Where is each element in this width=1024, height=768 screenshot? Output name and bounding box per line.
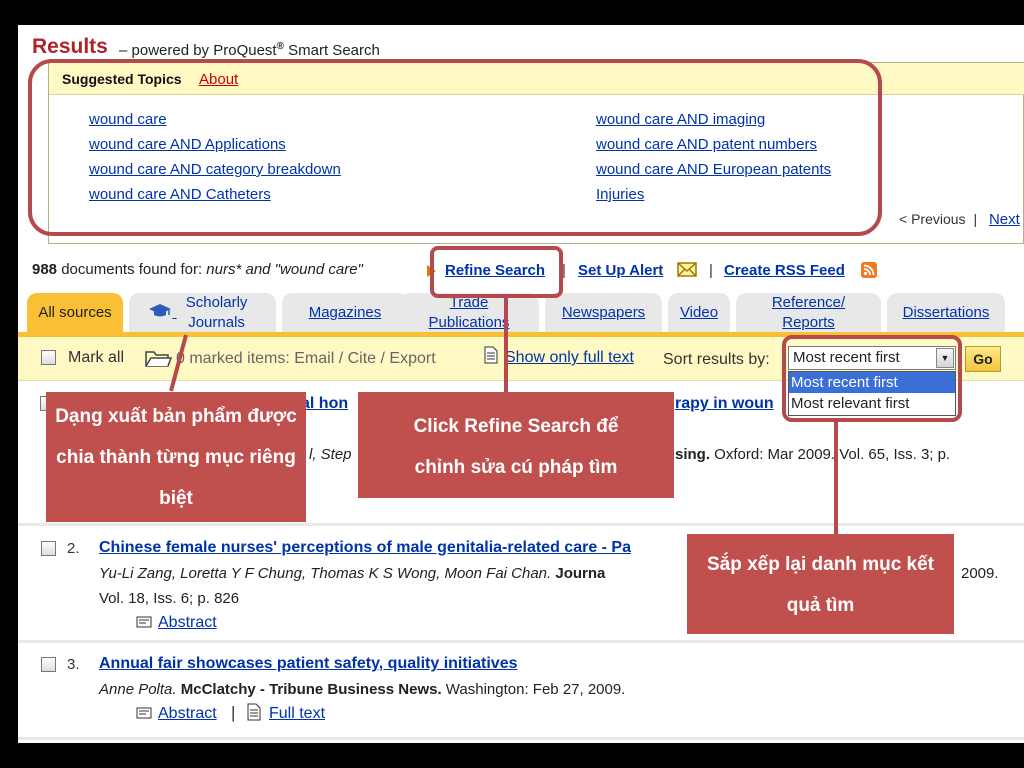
tab-reference-reports[interactable]: Reference/ Reports [736, 293, 881, 333]
documents-found-line: 988 documents found for: nurs* and "woun… [32, 261, 363, 278]
result-source-details: sing. Oxford: Mar 2009. Vol. 65, Iss. 3;… [675, 446, 951, 463]
next-link[interactable]: Next [989, 211, 1020, 228]
result-checkbox[interactable] [41, 541, 56, 556]
suggested-topics-title: Suggested Topics [62, 71, 182, 87]
tab-label: Reference/ Reports [771, 294, 846, 331]
sort-annotation: Sắp xếp lại danh mục kết quả tìm [687, 534, 954, 634]
abstract-icon [136, 706, 152, 723]
topic-link[interactable]: wound care [89, 111, 167, 128]
topic-link[interactable]: wound care AND imaging [596, 111, 765, 128]
result-year: 2009. [961, 565, 999, 582]
result-authors-source: Yu-Li Zang, Loretta Y F Chung, Thomas K … [99, 565, 606, 582]
result-title-fragment[interactable]: al hon [301, 395, 348, 413]
sort-option-most-recent[interactable]: Most recent first [789, 372, 955, 393]
topic-link[interactable]: wound care AND Applications [89, 136, 286, 153]
dropdown-arrow-icon[interactable]: ▼ [936, 348, 954, 368]
tab-trade-publications[interactable]: Trade Publications [399, 293, 539, 333]
result-volume: Vol. 18, Iss. 6; p. 826 [99, 590, 240, 607]
sort-option-most-relevant[interactable]: Most relevant first [789, 393, 955, 414]
sort-results-label: Sort results by: [663, 351, 770, 368]
full-text-link[interactable]: Full text [269, 705, 325, 723]
search-query: nurs* and "wound care" [206, 261, 363, 278]
go-button[interactable]: Go [965, 346, 1001, 372]
row-divider [18, 640, 1024, 643]
tab-magazines[interactable]: Magazines [282, 293, 408, 333]
powered-by-text: – powered by ProQuest® Smart Search [119, 41, 380, 59]
rss-icon[interactable] [861, 262, 877, 282]
topic-pagination: < Previous | Next [899, 211, 1020, 228]
row-divider [18, 737, 1024, 740]
results-heading: Results [32, 35, 108, 58]
sort-selected-value: Most recent first [793, 349, 900, 366]
refine-connector-line [504, 297, 508, 392]
mark-all-checkbox[interactable] [41, 350, 56, 365]
arrow-bullet-icon [427, 265, 436, 277]
result-title[interactable]: Annual fair showcases patient safety, qu… [99, 655, 518, 673]
separator: | [562, 262, 566, 279]
envelope-icon[interactable] [677, 262, 697, 281]
result-title-fragment[interactable]: rapy in woun [675, 395, 774, 413]
suggested-topics-panel: Suggested Topics About wound care wound … [48, 62, 1024, 244]
abstract-icon [136, 615, 152, 632]
tabs-annotation: Dạng xuất bản phẩm được chia thành từng … [46, 392, 306, 522]
abstract-link[interactable]: Abstract [158, 705, 217, 723]
result-number: 2. [67, 540, 80, 557]
topic-link[interactable]: wound care AND European patents [596, 161, 831, 178]
refine-search-link[interactable]: Refine Search [445, 262, 545, 279]
suggested-topics-header: Suggested Topics About [49, 63, 1024, 95]
tab-scholarly-journals[interactable]: Scholarly Journals [129, 293, 276, 333]
sort-select[interactable]: Most recent first ▼ [788, 346, 956, 370]
document-icon [484, 346, 498, 368]
marked-items-actions[interactable]: 0 marked items: Email / Cite / Export [176, 350, 436, 368]
previous-link[interactable]: < Previous [899, 211, 966, 227]
document-count: 988 [32, 261, 58, 278]
set-up-alert-link[interactable]: Set Up Alert [578, 262, 663, 279]
separator: | [709, 262, 713, 279]
graduation-cap-icon [148, 303, 172, 325]
topic-link[interactable]: wound care AND category breakdown [89, 161, 341, 178]
result-authors: l, Step [309, 446, 352, 463]
result-checkbox[interactable] [41, 657, 56, 672]
mark-all-label: Mark all [68, 349, 125, 366]
tab-all-sources[interactable]: All sources [27, 293, 123, 333]
topic-link[interactable]: wound care AND Catheters [89, 186, 271, 203]
tab-label: Scholarly Journals [185, 294, 248, 331]
create-rss-feed-link[interactable]: Create RSS Feed [724, 262, 845, 279]
about-link[interactable]: About [199, 71, 238, 88]
row-divider [18, 523, 1024, 526]
result-authors-source: Anne Polta. McClatchy - Tribune Business… [99, 681, 626, 698]
full-text-icon [247, 703, 261, 725]
sort-dropdown-list: Most recent first Most relevant first [788, 371, 956, 416]
refine-annotation: Click Refine Search để chỉnh sửa cú pháp… [358, 392, 674, 498]
tab-video[interactable]: Video [668, 293, 730, 333]
tabs-connector-line [169, 334, 188, 392]
tab-newspapers[interactable]: Newspapers [545, 293, 662, 333]
tab-dissertations[interactable]: Dissertations [887, 293, 1005, 333]
pagination-divider: | [973, 211, 978, 227]
topic-link[interactable]: wound care AND patent numbers [596, 136, 817, 153]
sort-connector-line [834, 421, 838, 534]
proquest-results-page: Results – powered by ProQuest® Smart Sea… [18, 25, 1024, 743]
result-title[interactable]: Chinese female nurses' perceptions of ma… [99, 539, 631, 557]
link-divider: | [231, 703, 236, 722]
documents-found-text: documents found for: [61, 261, 203, 278]
show-only-full-text-link[interactable]: Show only full text [505, 349, 634, 367]
abstract-link[interactable]: Abstract [158, 614, 217, 632]
topic-link[interactable]: Injuries [596, 186, 644, 203]
result-number: 3. [67, 656, 80, 673]
